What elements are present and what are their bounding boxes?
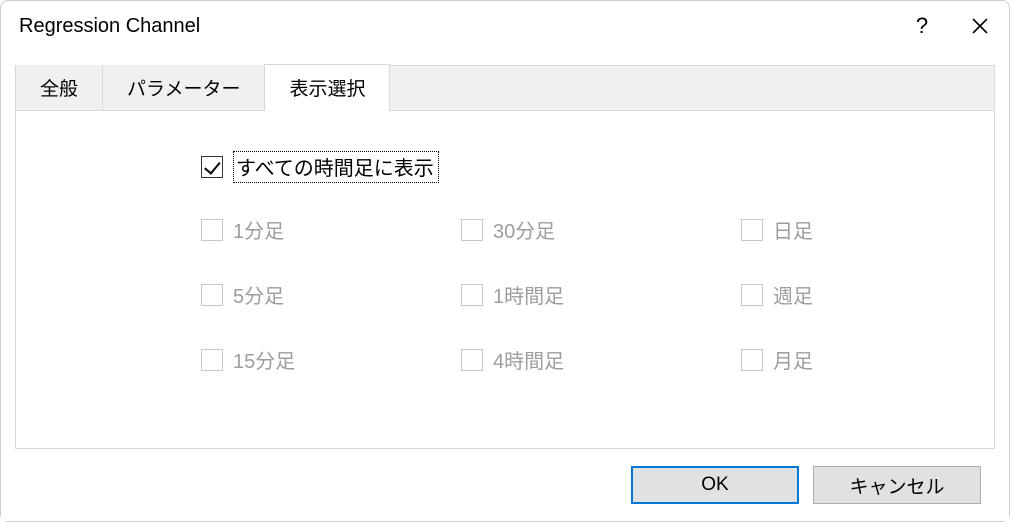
checkbox-icon xyxy=(201,284,223,306)
tab-general-label: 全般 xyxy=(40,74,78,101)
tf-m30-checkbox[interactable]: 30分足 xyxy=(461,215,741,244)
cancel-button[interactable]: キャンセル xyxy=(813,466,981,504)
tf-m5-checkbox[interactable]: 5分足 xyxy=(201,280,461,309)
tf-w1-label: 週足 xyxy=(773,280,813,309)
ok-button-label: OK xyxy=(701,474,728,496)
checkbox-icon xyxy=(461,219,483,241)
button-bar: OK キャンセル xyxy=(15,449,995,521)
tf-m30-label: 30分足 xyxy=(493,215,555,244)
checkbox-icon xyxy=(741,284,763,306)
tf-h4-checkbox[interactable]: 4時間足 xyxy=(461,345,741,374)
help-icon[interactable]: ? xyxy=(893,1,951,51)
window-title: Regression Channel xyxy=(19,15,893,38)
tab-params-label: パラメーター xyxy=(127,74,240,101)
tf-m15-checkbox[interactable]: 15分足 xyxy=(201,345,461,374)
client-area: 全般 パラメーター 表示選択 すべての時間足に表示 1分足 xyxy=(1,51,1009,521)
tf-d1-label: 日足 xyxy=(773,215,813,244)
cancel-button-label: キャンセル xyxy=(849,472,944,499)
checkbox-icon xyxy=(741,219,763,241)
tab-general[interactable]: 全般 xyxy=(16,65,103,110)
checkbox-icon xyxy=(461,284,483,306)
tab-params[interactable]: パラメーター xyxy=(103,65,265,110)
timeframe-grid: 1分足 30分足 日足 5分足 1時間足 xyxy=(201,215,994,374)
checkbox-icon xyxy=(741,349,763,371)
dialog-window: Regression Channel ? 全般 パラメーター 表示選択 xyxy=(0,0,1010,522)
show-all-timeframes-row: すべての時間足に表示 xyxy=(201,151,994,183)
tf-w1-checkbox[interactable]: 週足 xyxy=(741,280,941,309)
show-all-timeframes-label: すべての時間足に表示 xyxy=(233,151,439,183)
title-bar: Regression Channel ? xyxy=(1,1,1009,51)
tf-m5-label: 5分足 xyxy=(233,280,284,309)
tf-m1-label: 1分足 xyxy=(233,215,284,244)
tf-m1-checkbox[interactable]: 1分足 xyxy=(201,215,461,244)
show-all-timeframes-checkbox[interactable]: すべての時間足に表示 xyxy=(201,151,439,183)
tf-h4-label: 4時間足 xyxy=(493,345,564,374)
tab-display[interactable]: 表示選択 xyxy=(264,64,390,110)
tab-page-display: すべての時間足に表示 1分足 30分足 日足 5分足 xyxy=(15,110,995,449)
close-icon[interactable] xyxy=(951,1,1009,51)
ok-button[interactable]: OK xyxy=(631,466,799,504)
tf-h1-checkbox[interactable]: 1時間足 xyxy=(461,280,741,309)
tf-mn1-checkbox[interactable]: 月足 xyxy=(741,345,941,374)
tf-mn1-label: 月足 xyxy=(773,345,813,374)
tab-display-label: 表示選択 xyxy=(289,74,365,101)
checkbox-icon xyxy=(201,156,223,178)
tf-m15-label: 15分足 xyxy=(233,345,295,374)
checkbox-icon xyxy=(201,219,223,241)
tf-d1-checkbox[interactable]: 日足 xyxy=(741,215,941,244)
tf-h1-label: 1時間足 xyxy=(493,280,564,309)
checkbox-icon xyxy=(201,349,223,371)
tab-strip: 全般 パラメーター 表示選択 xyxy=(15,65,995,110)
checkbox-icon xyxy=(461,349,483,371)
